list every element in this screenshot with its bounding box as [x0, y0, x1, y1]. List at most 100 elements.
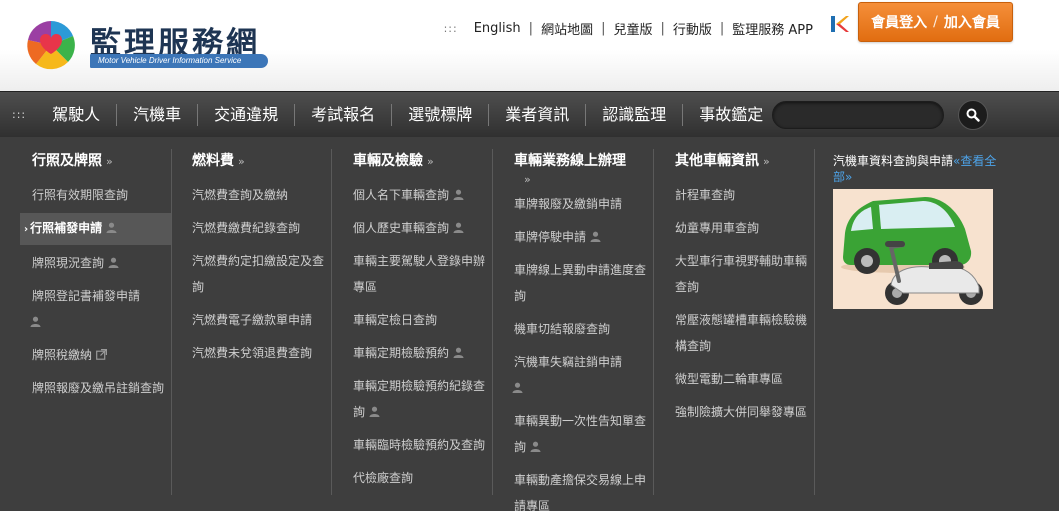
- menu-item[interactable]: 牌照稅繳納: [20, 340, 171, 370]
- column-title[interactable]: 燃料費 »: [180, 149, 331, 174]
- nav-item-business[interactable]: 業者資訊: [488, 103, 585, 126]
- menu-item[interactable]: › 行照補發申請: [20, 213, 171, 245]
- promo-title: 汽機車資料查詢與申請«查看全部»: [833, 153, 1013, 185]
- site-header: 監理服務網 Motor Vehicle Driver Information S…: [0, 0, 1059, 91]
- logo-subtitle: Motor Vehicle Driver Information Service: [90, 54, 268, 68]
- nav-item-plate[interactable]: 選號標牌: [391, 103, 488, 126]
- menu-item-label: 車牌線上異動申請進度查詢: [514, 263, 647, 303]
- menu-item-label: 大型車行車視野輔助車輛查詢: [675, 254, 808, 294]
- menu-item-label: 牌照登記書補發申請: [32, 289, 141, 303]
- menu-item[interactable]: 車牌停駛申請: [502, 222, 653, 252]
- menu-item[interactable]: 幼童專用車查詢: [663, 213, 814, 243]
- menu-item[interactable]: 機車切結報廢查詢: [502, 314, 653, 344]
- menu-item[interactable]: 車輛定檢日查詢: [341, 305, 492, 335]
- logo-mark-icon: [27, 21, 75, 70]
- menu-item[interactable]: 車輛定期檢驗預約: [341, 338, 492, 368]
- menu-item[interactable]: 汽燃費查詢及繳納: [180, 180, 331, 210]
- menu-item[interactable]: 行照有效期限查詢: [20, 180, 171, 210]
- menu-item[interactable]: 汽燃費電子繳款單申請: [180, 305, 331, 335]
- menu-column-fuel: 燃料費 » 汽燃費查詢及繳納 汽燃費繳費紀錄查詢 汽燃費約定扣繳設定及查詢 汽燃費…: [180, 149, 332, 495]
- member-login-button[interactable]: 會員登入 / 加入會員: [858, 2, 1013, 42]
- menu-item[interactable]: 汽燃費未兌領退費查詢: [180, 338, 331, 368]
- separator: /: [933, 14, 938, 30]
- menu-item-label: 車輛定檢日查詢: [353, 313, 438, 327]
- menu-item[interactable]: 車輛動產擔保交易線上申請專區: [502, 465, 653, 511]
- menu-item-label: 汽燃費未兌領退費查詢: [192, 346, 313, 360]
- double-chevron-icon: »: [524, 173, 531, 186]
- menu-item[interactable]: 計程車查詢: [663, 180, 814, 210]
- menu-item[interactable]: 汽機車失竊註銷申請: [502, 347, 653, 403]
- top-links: ::: English | 網站地圖 | 兒童版 | 行動版 | 監理服務 AP…: [444, 18, 813, 38]
- double-chevron-icon: »: [238, 155, 245, 168]
- link-sitemap[interactable]: 網站地圖: [541, 19, 593, 38]
- user-icon: [106, 222, 117, 233]
- menu-item[interactable]: 車輛臨時檢驗預約及查詢: [341, 430, 492, 460]
- menu-item[interactable]: 牌照報廢及繳吊註銷查詢: [20, 373, 171, 403]
- user-icon: [453, 347, 464, 358]
- separator: |: [601, 20, 606, 36]
- user-icon: [453, 189, 464, 200]
- menu-item[interactable]: 常壓液態罐槽車輛檢驗機構查詢: [663, 305, 814, 361]
- join-label[interactable]: 加入會員: [944, 12, 1000, 32]
- menu-item-label: 牌照現況查詢: [32, 256, 105, 270]
- nav-item-vehicle[interactable]: 汽機車: [116, 103, 197, 126]
- link-app[interactable]: 監理服務 APP: [732, 19, 813, 38]
- search-button[interactable]: [958, 100, 988, 130]
- menu-item[interactable]: 牌照登記書補發申請: [20, 281, 171, 337]
- menu-item[interactable]: 強制險擴大併同舉發專區: [663, 397, 814, 427]
- separator: |: [660, 20, 665, 36]
- menu-item-label: 個人歷史車輛查詢: [353, 221, 450, 235]
- search-input[interactable]: [773, 102, 943, 128]
- menu-item[interactable]: 車輛定期檢驗預約紀錄查詢: [341, 371, 492, 427]
- menu-item-label: 車輛動產擔保交易線上申請專區: [514, 473, 647, 511]
- column-title[interactable]: 車輛及檢驗 »: [341, 149, 492, 174]
- mega-menu: 行照及牌照 » 行照有效期限查詢 › 行照補發申請 牌照現況查詢 牌照登記書補發申請…: [0, 137, 1059, 511]
- menu-item-label: 行照有效期限查詢: [32, 188, 129, 202]
- column-title[interactable]: 行照及牌照 »: [20, 149, 171, 174]
- brand-k-icon[interactable]: [830, 14, 850, 34]
- menu-item[interactable]: 個人名下車輛查詢: [341, 180, 492, 210]
- nav-item-exam[interactable]: 考試報名: [294, 103, 391, 126]
- menu-item[interactable]: 微型電動二輪車專區: [663, 364, 814, 394]
- search-box: [772, 101, 944, 129]
- menu-item[interactable]: 車牌線上異動申請進度查詢: [502, 255, 653, 311]
- login-label[interactable]: 會員登入: [871, 12, 927, 32]
- menu-item-label: 強制險擴大併同舉發專區: [675, 405, 808, 419]
- menu-item[interactable]: 車輛異動一次性告知單查詢: [502, 406, 653, 462]
- active-arrow-icon: ›: [24, 224, 29, 235]
- menu-item[interactable]: 車輛主要駕駛人登錄申辦專區: [341, 246, 492, 302]
- column-title-text: 燃料費: [192, 153, 234, 169]
- menu-item[interactable]: 車牌報廢及繳銷申請: [502, 189, 653, 219]
- menu-item-label: 汽機車失竊註銷申請: [514, 355, 623, 369]
- nav-item-violation[interactable]: 交通違規: [197, 103, 294, 126]
- site-logo[interactable]: 監理服務網 Motor Vehicle Driver Information S…: [24, 16, 274, 76]
- menu-item[interactable]: 汽燃費繳費紀錄查詢: [180, 213, 331, 243]
- menu-item[interactable]: 代檢廠查詢: [341, 463, 492, 493]
- menu-item[interactable]: 大型車行車視野輔助車輛查詢: [663, 246, 814, 302]
- menu-item-label: 車牌停駛申請: [514, 230, 587, 244]
- column-title[interactable]: 車輛業務線上辦理 »: [502, 149, 653, 187]
- menu-item-label: 汽燃費約定扣繳設定及查詢: [192, 254, 325, 294]
- separator: |: [719, 20, 725, 36]
- nav-item-about[interactable]: 認識監理: [585, 103, 682, 126]
- user-icon: [530, 441, 541, 452]
- link-mobile[interactable]: 行動版: [673, 19, 712, 38]
- user-icon: [108, 257, 119, 268]
- menu-item[interactable]: 個人歷史車輛查詢: [341, 213, 492, 243]
- link-kids[interactable]: 兒童版: [613, 19, 652, 38]
- menu-item[interactable]: 牌照現況查詢: [20, 248, 171, 278]
- menu-item-label: 牌照報廢及繳吊註銷查詢: [32, 381, 165, 395]
- menu-item-label: 車輛主要駕駛人登錄申辦專區: [353, 254, 486, 294]
- car-scooter-illustration[interactable]: [833, 189, 993, 309]
- menu-item-label: 牌照稅繳納: [32, 348, 93, 362]
- user-icon: [30, 316, 41, 327]
- column-title-text: 車輛及檢驗: [353, 153, 423, 169]
- nav-item-accident[interactable]: 事故鑑定: [682, 103, 779, 126]
- promo-panel: 汽機車資料查詢與申請«查看全部»: [833, 153, 1013, 309]
- menu-column-online-service: 車輛業務線上辦理 » 車牌報廢及繳銷申請 車牌停駛申請 車牌線上異動申請進度查詢…: [502, 149, 654, 511]
- link-english[interactable]: English: [474, 21, 521, 36]
- menu-item[interactable]: 汽燃費約定扣繳設定及查詢: [180, 246, 331, 302]
- nav-item-driver[interactable]: 駕駛人: [38, 104, 116, 126]
- menu-item-label: 行照補發申請: [30, 221, 103, 235]
- column-title[interactable]: 其他車輛資訊 »: [663, 149, 814, 174]
